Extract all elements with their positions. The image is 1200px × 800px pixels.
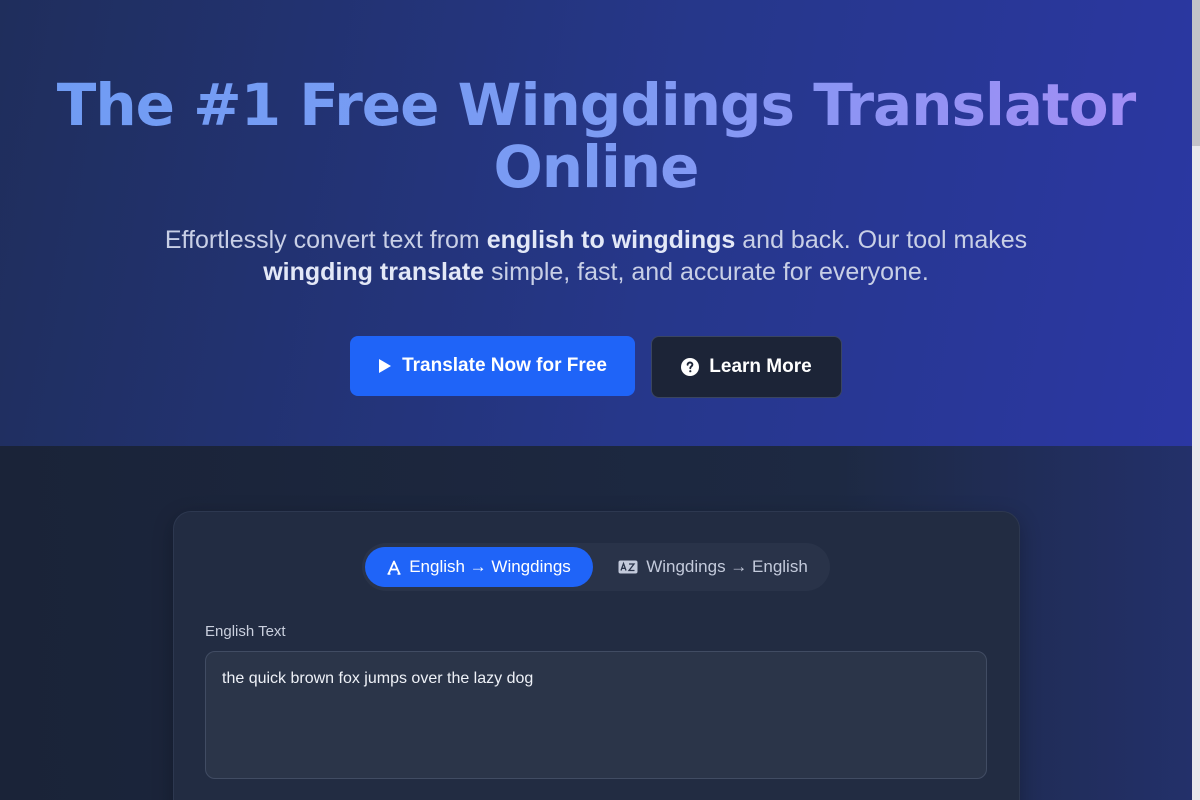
subtitle-text-1: Effortlessly convert text from: [164, 226, 487, 254]
subtitle-text-2: and back. Our tool makes: [735, 226, 1028, 254]
learn-more-button[interactable]: Learn More: [651, 336, 842, 398]
page-title: The #1 Free Wingdings Translator Online: [0, 74, 1192, 198]
translate-now-label: Translate Now for Free: [402, 355, 607, 376]
scrollbar-thumb[interactable]: [1192, 0, 1200, 146]
title-line-2: Online: [493, 133, 699, 201]
question-circle-icon: [681, 358, 700, 376]
tab-english-to-wingdings-label: English → Wingdings: [409, 557, 571, 576]
title-line-1: The #1 Free Wingdings Translator: [56, 71, 1136, 139]
translate-now-button[interactable]: Translate Now for Free: [350, 336, 635, 396]
tab-wingdings-to-english-label: Wingdings → English: [646, 557, 808, 576]
hero-subtitle: Effortlessly convert text from english t…: [150, 224, 1042, 288]
subtitle-bold-1: english to wingdings: [486, 226, 736, 254]
tab-wingdings-to-english[interactable]: Wingdings → English: [602, 547, 824, 587]
page-scrollbar[interactable]: [1192, 0, 1200, 800]
hero-section: The #1 Free Wingdings Translator Online …: [0, 0, 1192, 446]
subtitle-text-3: simple, fast, and accurate for everyone.: [484, 258, 929, 286]
learn-more-label: Learn More: [709, 356, 812, 377]
play-icon: [378, 358, 392, 374]
english-text-label: English Text: [205, 623, 286, 640]
tab-english-to-wingdings[interactable]: English → Wingdings: [365, 547, 593, 587]
subtitle-bold-2: wingding translate: [263, 258, 485, 286]
english-text-input[interactable]: the quick brown fox jumps over the lazy …: [205, 651, 987, 779]
language-icon: [618, 560, 638, 574]
font-letter-icon: [387, 560, 401, 575]
direction-tabs: English → Wingdings Wingdings → English: [362, 543, 830, 591]
